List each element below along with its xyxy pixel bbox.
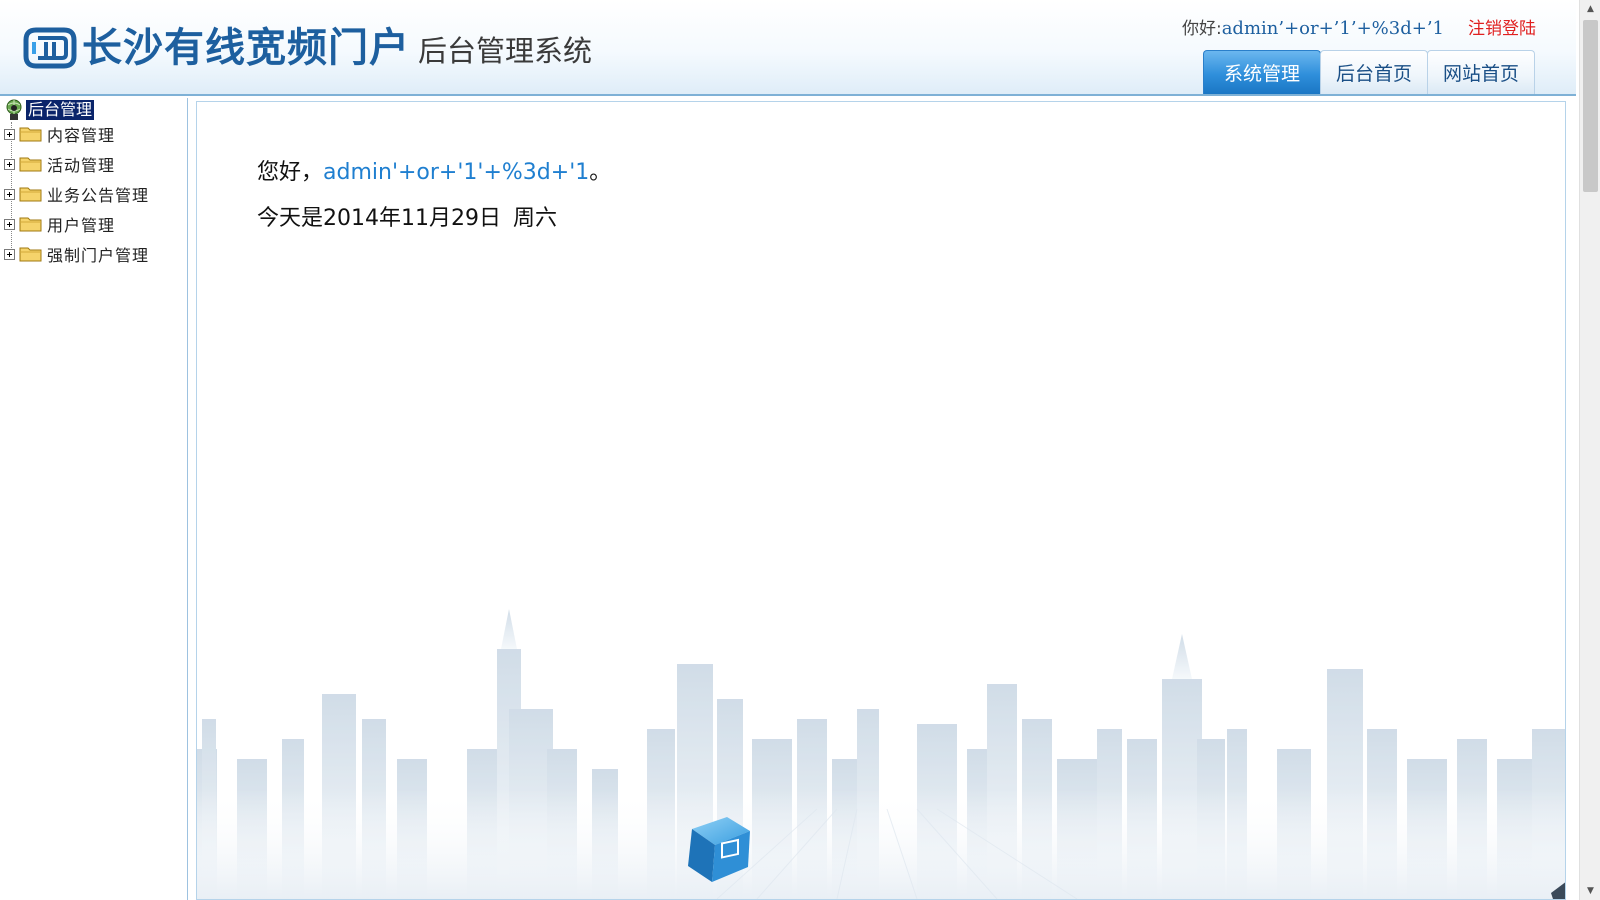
globe-user-icon	[6, 99, 22, 120]
logo-mark-icon	[23, 27, 77, 69]
tree-item-label: 用户管理	[47, 216, 116, 235]
tree-item-label: 内容管理	[47, 126, 116, 145]
app-title: 长沙有线宽频门户	[82, 25, 410, 71]
tree-item-announcements[interactable]: 业务公告管理	[4, 181, 149, 207]
plus-box-icon[interactable]	[4, 128, 15, 140]
welcome-suffix: 。	[589, 160, 612, 185]
logout-link[interactable]: 注销登陆	[1468, 14, 1536, 39]
welcome-username: admin'+or+'1'+%3d+'1	[323, 160, 590, 185]
welcome-prefix: 您好，	[257, 160, 324, 185]
welcome-message: 您好，admin'+or+'1'+%3d+'1。	[257, 154, 611, 186]
plus-box-icon[interactable]	[4, 218, 15, 230]
city-skyline-illustration	[197, 609, 1565, 899]
scroll-down-icon[interactable]: ▼	[1580, 882, 1600, 900]
app-subtitle: 后台管理系统	[418, 34, 593, 68]
tree-item-label: 强制门户管理	[47, 246, 150, 265]
tree-item-content[interactable]: 内容管理	[4, 121, 115, 147]
date-text: 今天是2014年11月29日	[257, 206, 501, 231]
folder-icon	[19, 187, 42, 202]
tree-item-label: 业务公告管理	[47, 186, 150, 205]
tree-item-portal[interactable]: 强制门户管理	[4, 241, 149, 267]
tab-system-admin[interactable]: 系统管理	[1203, 50, 1321, 94]
weekday-text: 周六	[512, 206, 557, 231]
scroll-up-icon[interactable]: ▲	[1580, 0, 1600, 18]
tree-item-label: 活动管理	[47, 156, 116, 175]
tree-item-activity[interactable]: 活动管理	[4, 151, 115, 177]
plus-box-icon[interactable]	[4, 248, 15, 260]
logo: 长沙有线宽频门户 后台管理系统	[22, 22, 592, 74]
sidebar-tree: 后台管理 内容管理 活动管理 业务公告管理 用户管理 强制门户管理	[0, 98, 188, 900]
user-bar: 你好: admin’+or+’1’+%3d+’1 注销登陆	[1182, 14, 1536, 39]
tab-admin-home[interactable]: 后台首页	[1320, 50, 1428, 94]
tab-site-home[interactable]: 网站首页	[1427, 50, 1535, 94]
header-username: admin’+or+’1’+%3d+’1	[1221, 18, 1444, 39]
header: 长沙有线宽频门户 后台管理系统 你好: admin’+or+’1’+%3d+’1…	[0, 0, 1576, 96]
main-panel: 您好，admin'+or+'1'+%3d+'1。 今天是2014年11月29日周…	[196, 101, 1566, 900]
tree-root[interactable]: 后台管理	[4, 98, 95, 122]
date-line: 今天是2014年11月29日 周六	[257, 200, 557, 232]
plus-box-icon[interactable]	[4, 188, 15, 200]
plus-box-icon[interactable]	[4, 158, 15, 170]
greeting-label: 你好:	[1181, 19, 1222, 39]
folder-icon	[19, 157, 42, 172]
folder-icon	[19, 217, 42, 232]
top-tabs: 系统管理 后台首页 网站首页	[1203, 50, 1535, 94]
scroll-thumb[interactable]	[1583, 20, 1598, 192]
page-scrollbar[interactable]: ▲ ▼	[1579, 0, 1600, 900]
folder-icon	[19, 247, 42, 262]
tree-item-users[interactable]: 用户管理	[4, 211, 115, 237]
tree-root-label: 后台管理	[26, 100, 95, 120]
folder-icon	[19, 127, 42, 142]
